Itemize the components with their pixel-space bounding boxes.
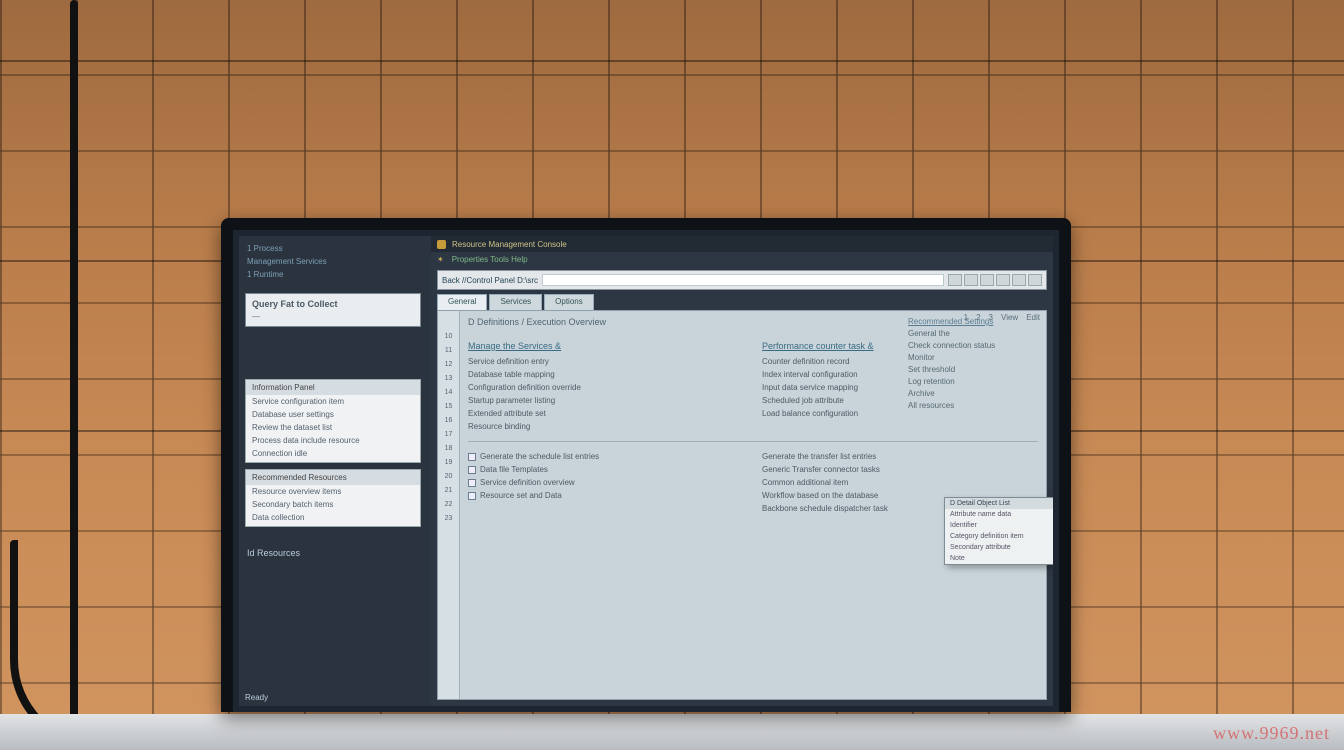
- card-row[interactable]: Secondary batch items: [246, 498, 420, 511]
- right-panel-title: Recommended Settings: [908, 317, 1038, 326]
- tab-options[interactable]: Options: [544, 294, 594, 310]
- list-item[interactable]: Database table mapping: [468, 368, 744, 381]
- list-item[interactable]: Data file Templates: [468, 463, 744, 476]
- list-item[interactable]: Service definition overview: [468, 476, 744, 489]
- popup-detail-list: D Detail Object List Attribute name data…: [944, 497, 1053, 565]
- toolbar-button[interactable]: [980, 274, 994, 286]
- card-row[interactable]: Database user settings: [246, 408, 420, 421]
- sidebar-card-recommended: Recommended Resources Resource overview …: [245, 469, 421, 527]
- right-panel: Recommended Settings General the Check c…: [908, 317, 1038, 410]
- card-row[interactable]: Review the dataset list: [246, 421, 420, 434]
- window-titlebar: Resource Management Console: [431, 236, 1053, 252]
- address-bar: Back //Control Panel D:\src: [437, 270, 1047, 290]
- screen: 1 Process Management Services 1 Runtime …: [239, 236, 1053, 706]
- list-item[interactable]: Extended attribute set: [468, 407, 744, 420]
- popup-title: D Detail Object List: [945, 498, 1053, 509]
- popup-row[interactable]: Identifier: [945, 520, 1053, 531]
- menu-items[interactable]: Properties Tools Help: [452, 255, 528, 264]
- popup-row[interactable]: Attribute name data: [945, 509, 1053, 520]
- list-item[interactable]: Generate the transfer list entries: [762, 450, 1038, 463]
- list-item[interactable]: Startup parameter listing: [468, 394, 744, 407]
- line-number-gutter: 10 11 12 13 14 15 16 17 18 19 20 21 22 2…: [438, 311, 460, 699]
- card-row[interactable]: Connection idle: [246, 447, 420, 460]
- section-heading: Manage the Services &: [468, 341, 744, 351]
- right-panel-row[interactable]: Set threshold: [908, 365, 1038, 374]
- toolbar-button[interactable]: [1012, 274, 1026, 286]
- list-item[interactable]: Generic Transfer connector tasks: [762, 463, 1038, 476]
- card-row[interactable]: Data collection: [246, 511, 420, 524]
- list-item[interactable]: Resource set and Data: [468, 489, 744, 502]
- right-panel-row[interactable]: General the: [908, 329, 1038, 338]
- card-title: Recommended Resources: [246, 470, 420, 485]
- card-row[interactable]: Process data include resource: [246, 434, 420, 447]
- monitor-frame: 1 Process Management Services 1 Runtime …: [221, 218, 1071, 712]
- content-area: 10 11 12 13 14 15 16 17 18 19 20 21 22 2…: [437, 310, 1047, 700]
- watermark-text: www.9969.net: [1213, 723, 1330, 744]
- main-pane: Resource Management Console ✶ Properties…: [431, 236, 1053, 706]
- address-label: Back //Control Panel D:\src: [442, 276, 538, 285]
- statusbar-text: Ready: [245, 693, 268, 702]
- card-row[interactable]: Resource overview items: [246, 485, 420, 498]
- list-item[interactable]: Generate the schedule list entries: [468, 450, 744, 463]
- popup-row[interactable]: Secondary attribute: [945, 542, 1053, 553]
- sidebar-top-line[interactable]: 1 Process: [247, 242, 419, 255]
- card-row[interactable]: Service configuration item: [246, 395, 420, 408]
- query-box-subtitle: —: [252, 312, 414, 321]
- sidebar-card-info: Information Panel Service configuration …: [245, 379, 421, 463]
- checkbox-icon[interactable]: [468, 453, 476, 461]
- toolbar-button[interactable]: [996, 274, 1010, 286]
- checkbox-icon[interactable]: [468, 492, 476, 500]
- list-item[interactable]: Configuration definition override: [468, 381, 744, 394]
- query-box-title: Query Fat to Collect: [252, 299, 414, 309]
- card-title: Information Panel: [246, 380, 420, 395]
- popup-row[interactable]: Category definition item: [945, 531, 1053, 542]
- sidebar-top-line[interactable]: Management Services: [247, 255, 419, 268]
- right-panel-row[interactable]: Monitor: [908, 353, 1038, 362]
- list-item[interactable]: Common additional item: [762, 476, 1038, 489]
- right-panel-row[interactable]: Log retention: [908, 377, 1038, 386]
- app-icon: [437, 240, 446, 249]
- right-panel-row[interactable]: Check connection status: [908, 341, 1038, 350]
- menu-bar: ✶ Properties Tools Help: [431, 252, 1053, 266]
- tab-bar: General Services Options: [437, 294, 1047, 310]
- tab-general[interactable]: General: [437, 294, 487, 310]
- window-title: Resource Management Console: [452, 240, 567, 249]
- left-sidebar: 1 Process Management Services 1 Runtime …: [239, 236, 427, 706]
- sidebar-footer-label: Id Resources: [239, 545, 427, 561]
- checkbox-icon[interactable]: [468, 479, 476, 487]
- list-item[interactable]: Resource binding: [468, 420, 744, 433]
- list-item[interactable]: Service definition entry: [468, 355, 744, 368]
- toolbar-button[interactable]: [1028, 274, 1042, 286]
- checkbox-icon[interactable]: [468, 466, 476, 474]
- sidebar-top-line[interactable]: 1 Runtime: [247, 268, 419, 281]
- tab-services[interactable]: Services: [489, 294, 542, 310]
- toolbar-button[interactable]: [964, 274, 978, 286]
- desk-surface: [0, 714, 1344, 750]
- right-panel-row[interactable]: Archive: [908, 389, 1038, 398]
- sidebar-query-box: Query Fat to Collect —: [245, 293, 421, 327]
- right-panel-row[interactable]: All resources: [908, 401, 1038, 410]
- address-input[interactable]: [542, 274, 944, 286]
- toolbar-button[interactable]: [948, 274, 962, 286]
- popup-row[interactable]: Note: [945, 553, 1053, 564]
